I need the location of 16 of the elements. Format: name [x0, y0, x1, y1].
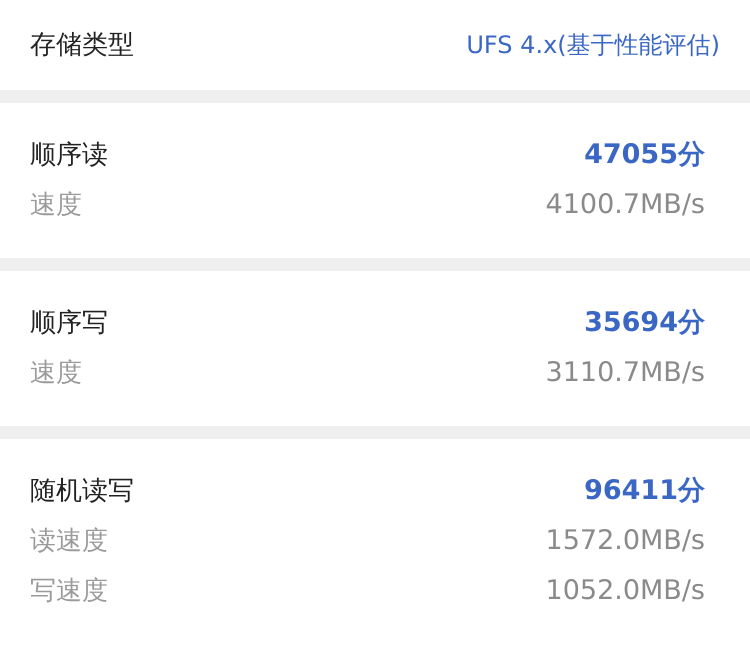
metric-label: 速度	[30, 356, 82, 390]
storage-type-label: 存储类型	[30, 28, 134, 62]
metric-value: 1572.0MB/s	[546, 524, 705, 558]
metric-label: 速度	[30, 188, 82, 222]
metric-value: 4100.7MB/s	[546, 188, 705, 222]
metric-label: 读速度	[30, 524, 108, 558]
section-title: 顺序读	[30, 138, 108, 172]
metric-value: 3110.7MB/s	[546, 356, 705, 390]
storage-type-value: UFS 4.x(基于性能评估)	[466, 30, 720, 61]
score-value: 96411分	[584, 474, 705, 508]
score-value: 47055分	[584, 138, 705, 172]
section-title: 随机读写	[30, 474, 134, 508]
metric-label: 写速度	[30, 574, 108, 608]
metric-value: 1052.0MB/s	[546, 574, 705, 608]
score-value: 35694分	[584, 306, 705, 340]
section-title: 顺序写	[30, 306, 108, 340]
